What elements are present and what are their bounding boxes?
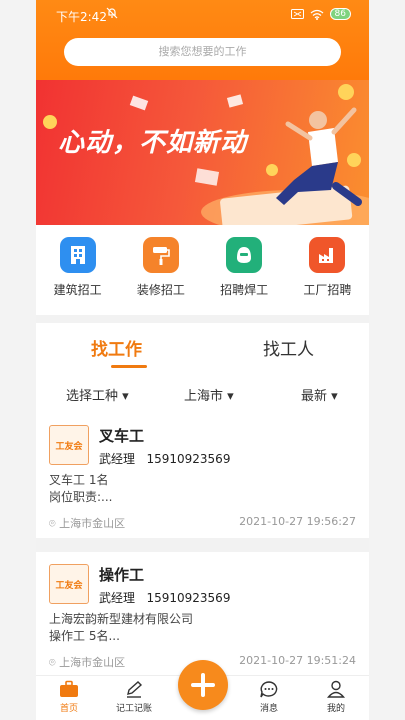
header: 下午2:42 86 搜索您想要的工作: [36, 0, 369, 80]
quick-factory[interactable]: 工厂招聘: [286, 225, 369, 315]
contact-name: 武经理: [99, 591, 136, 605]
building-icon: [59, 237, 96, 273]
job-contact: 武经理 15910923569: [99, 450, 230, 467]
job-location: ⌾ 上海市金山区: [49, 654, 125, 670]
filter-job-type-label: 选择工种: [66, 389, 119, 404]
nav-home[interactable]: 首页: [39, 680, 99, 714]
quick-decoration[interactable]: 装修招工: [119, 225, 202, 315]
app-screen: 下午2:42 86 搜索您想要的工作 心动，不如新动 建筑招工 装修招工 招聘焊…: [36, 0, 369, 720]
paint-roller-icon: [142, 237, 179, 273]
quick-label: 招聘焊工: [220, 283, 269, 297]
nav-ledger-label: 记工记账: [115, 704, 152, 714]
nav-mine-label: 我的: [326, 704, 345, 714]
job-tabs: 找工作 找工人: [36, 323, 369, 373]
caret-down-icon: ▾: [227, 389, 234, 404]
job-card[interactable]: 工友会 叉车工 武经理 15910923569 叉车工 1名 岗位职责:... …: [36, 413, 369, 538]
filter-bar: 选择工种 ▾ 上海市 ▾ 最新 ▾: [36, 373, 369, 413]
factory-icon: [309, 237, 346, 273]
chat-icon: [260, 681, 278, 698]
filter-city[interactable]: 上海市 ▾: [184, 385, 234, 404]
filter-sort[interactable]: 最新 ▾: [301, 385, 338, 404]
quick-construction[interactable]: 建筑招工: [36, 225, 119, 315]
caret-down-icon: ▾: [122, 389, 129, 404]
nav-home-label: 首页: [59, 704, 78, 714]
nav-mine[interactable]: 我的: [306, 680, 366, 714]
filter-sort-label: 最新: [301, 389, 328, 404]
job-summary-line: 上海宏韵新型建材有限公司: [49, 612, 194, 626]
quick-label: 建筑招工: [53, 283, 102, 297]
company-logo: 工友会: [49, 425, 89, 465]
job-title: 叉车工: [99, 427, 145, 445]
location-pin-icon: ⌾: [49, 656, 56, 669]
welding-mask-icon: [226, 237, 263, 273]
quick-label: 工厂招聘: [303, 283, 352, 297]
status-icons: 86: [290, 8, 351, 20]
job-summary-line: 叉车工 1名: [49, 473, 109, 487]
briefcase-icon: [60, 680, 78, 697]
job-summary-line: 操作工 5名...: [49, 629, 120, 643]
location-text: 上海市金山区: [59, 656, 126, 669]
job-date: 2021-10-27 19:51:24: [239, 654, 356, 667]
search-input[interactable]: 搜索您想要的工作: [64, 38, 341, 66]
nav-messages-label: 消息: [259, 704, 278, 714]
quick-label: 装修招工: [136, 283, 185, 297]
location-pin-icon: ⌾: [49, 517, 56, 530]
banner-slogan: 心动，不如新动: [58, 128, 248, 158]
nav-messages[interactable]: 消息: [239, 680, 299, 714]
job-location: ⌾ 上海市金山区: [49, 515, 125, 531]
tab-find-worker[interactable]: 找工人: [263, 335, 314, 360]
job-date: 2021-10-27 19:56:27: [239, 515, 356, 528]
battery-indicator: 86: [329, 8, 351, 20]
wifi-icon: [310, 9, 323, 20]
post-job-button[interactable]: [178, 660, 228, 710]
company-logo: 工友会: [49, 564, 89, 604]
nav-ledger[interactable]: 记工记账: [104, 680, 164, 714]
caret-down-icon: ▾: [331, 389, 338, 404]
plus-icon: [191, 673, 215, 697]
contact-phone: 15910923569: [146, 591, 231, 605]
contact-name: 武经理: [99, 452, 136, 466]
job-contact: 武经理 15910923569: [99, 589, 230, 606]
status-bar: 下午2:42 86: [36, 0, 369, 30]
quick-welder[interactable]: 招聘焊工: [203, 225, 286, 315]
sim-icon: [290, 9, 304, 19]
job-title: 操作工: [99, 566, 145, 584]
mute-icon: [106, 7, 118, 22]
promo-banner[interactable]: 心动，不如新动: [36, 80, 369, 225]
location-text: 上海市金山区: [59, 517, 126, 530]
job-card[interactable]: 工友会 操作工 武经理 15910923569 上海宏韵新型建材有限公司 操作工…: [36, 552, 369, 675]
quick-entries: 建筑招工 装修招工 招聘焊工 工厂招聘: [36, 225, 369, 315]
active-tab-indicator: [111, 365, 147, 368]
status-time: 下午2:42: [56, 10, 107, 24]
pencil-icon: [127, 681, 143, 698]
tab-find-job[interactable]: 找工作: [91, 335, 142, 360]
contact-phone: 15910923569: [146, 452, 231, 466]
job-summary-line: 岗位职责:...: [49, 490, 113, 504]
filter-city-label: 上海市: [184, 389, 224, 404]
person-icon: [327, 680, 345, 698]
filter-job-type[interactable]: 选择工种 ▾: [66, 385, 129, 404]
